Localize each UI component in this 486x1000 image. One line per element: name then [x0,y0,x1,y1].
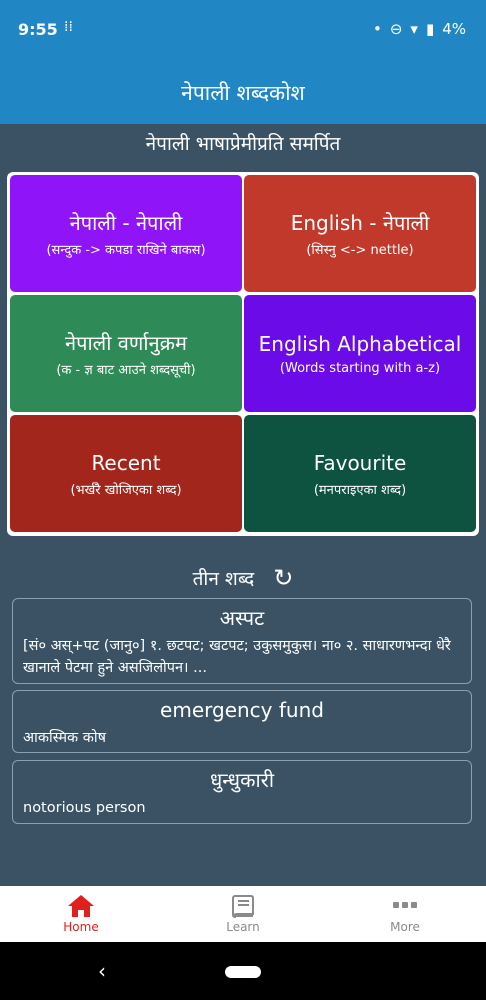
status-time: 9:55 [18,20,58,39]
battery-icon: ▮ [425,20,435,38]
word-definition: [सं० अस्+पट (जानु०] १. छटपट; खटपट; उकुसम… [23,638,451,676]
status-icons: • ⊖ ▾ ▮ 4% [373,20,466,38]
tile-english-alphabetical[interactable]: English Alphabetical (Words starting wit… [244,295,476,412]
nav-more[interactable]: More [345,886,465,942]
nav-learn-label: Learn [226,920,260,934]
three-words-header: तीन शब्द ↻ [0,564,486,592]
word-definition: notorious person [23,800,146,816]
app-bar: नेपाली शब्दकोश [0,62,486,124]
wifi-icon: ▾ [410,20,418,38]
tile-nepali-nepali[interactable]: नेपाली - नेपाली (सन्दुक -> कपडा राखिने ब… [10,175,242,292]
dot-icon: • [372,20,382,38]
three-words-title: तीन शब्द [192,568,255,590]
tile-recent[interactable]: Recent (भर्खरै खोजिएका शब्द) [10,415,242,532]
word-title: emergency fund [160,698,324,722]
nav-home-label: Home [63,920,99,934]
tile-subtitle: (भर्खरै खोजिएका शब्द) [70,482,182,498]
do-not-disturb-icon: ⊖ [389,20,403,38]
bottom-navigation: Home Learn More [0,886,486,942]
tile-subtitle: (सन्दुक -> कपडा राखिने बाकस) [46,242,206,258]
tile-title: Recent [91,450,161,475]
nav-home[interactable]: Home [21,886,141,942]
home-icon [68,895,94,917]
tile-subtitle: (Words starting with a-z) [279,361,441,376]
nav-more-label: More [390,920,420,934]
back-icon[interactable]: ‹ [98,959,106,983]
notification-grid-icon: ⁞⁞ [64,19,73,35]
refresh-icon[interactable]: ↻ [273,564,293,592]
word-card[interactable]: अस्पट [सं० अस्+पट (जानु०] १. छटपट; खटपट;… [12,598,472,684]
word-title: अस्पट [219,606,265,630]
tile-subtitle: (सिस्नु <-> nettle) [306,242,414,258]
word-definition: आकस्मिक कोष [23,730,107,746]
menu-grid: नेपाली - नेपाली (सन्दुक -> कपडा राखिने ब… [7,172,479,536]
word-card[interactable]: emergency fund आकस्मिक कोष [12,690,472,753]
system-navigation: ‹ [0,942,486,1000]
more-icon [393,902,417,908]
tile-title: नेपाली वर्णानुक्रम [65,330,187,355]
tile-title: English Alphabetical [258,332,462,356]
word-title: धुन्धुकारी [209,768,275,792]
nav-learn[interactable]: Learn [183,886,303,942]
book-icon [232,895,254,918]
battery-percent: 4% [442,20,466,38]
tile-favourite[interactable]: Favourite (मनपराइएका शब्द) [244,415,476,532]
home-pill[interactable] [225,966,261,978]
tile-english-nepali[interactable]: English - नेपाली (सिस्नु <-> nettle) [244,175,476,292]
tile-title: Favourite [313,450,407,475]
tile-nepali-alphabetical[interactable]: नेपाली वर्णानुक्रम (क - ज्ञ बाट आउने शब्… [10,295,242,412]
dedication-text: नेपाली भाषाप्रेमीप्रति समर्पित [145,133,341,155]
main-content: नेपाली भाषाप्रेमीप्रति समर्पित नेपाली - … [0,124,486,886]
word-card[interactable]: धुन्धुकारी notorious person [12,760,472,824]
tile-title: English - नेपाली [290,210,430,235]
status-bar: 9:55 ⁞⁞ • ⊖ ▾ ▮ 4% [0,0,486,62]
tile-subtitle: (क - ज्ञ बाट आउने शब्दसूची) [56,362,196,378]
app-title: नेपाली शब्दकोश [181,81,305,105]
tile-subtitle: (मनपराइएका शब्द) [313,482,407,498]
tile-title: नेपाली - नेपाली [69,210,183,235]
